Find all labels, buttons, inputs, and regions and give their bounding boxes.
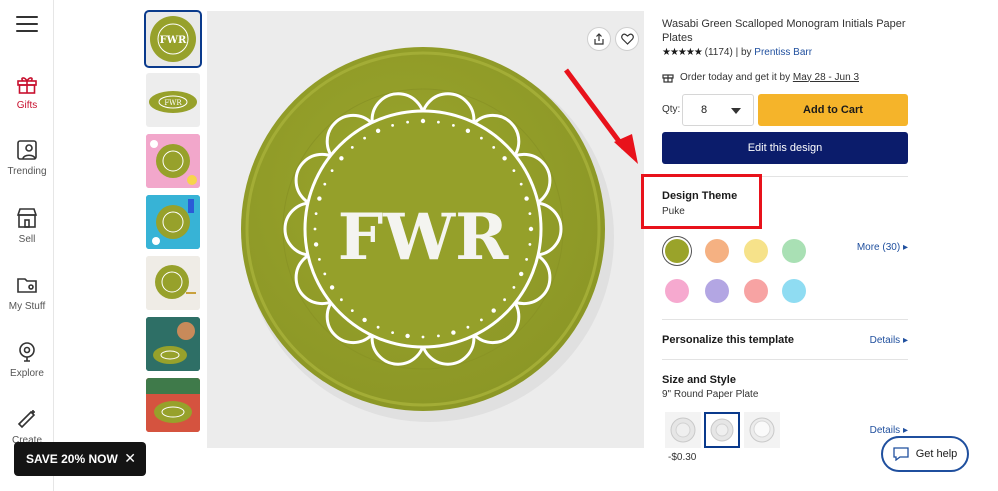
more-colors-link[interactable]: More (30) ▸	[857, 242, 908, 253]
svg-text:FWR: FWR	[164, 99, 182, 107]
save-promo-label: SAVE 20% NOW	[26, 452, 118, 466]
nav-item-trending[interactable]: Trending	[0, 138, 54, 177]
delivery-text: Order today and get it by	[680, 71, 791, 83]
get-help-label: Get help	[915, 448, 958, 460]
save-promo-button[interactable]: SAVE 20% NOW ✕	[14, 442, 146, 476]
nav-label: Explore	[10, 368, 44, 379]
color-swatch-4[interactable]	[782, 239, 806, 263]
thumbnail-2[interactable]: FWR	[146, 73, 200, 127]
size-option-3[interactable]	[744, 412, 780, 448]
qty-value: 8	[701, 104, 708, 116]
size-style-heading: Size and Style	[662, 374, 736, 386]
share-button[interactable]	[587, 27, 611, 51]
plate-icon	[670, 417, 696, 443]
add-to-cart-button[interactable]: Add to Cart	[758, 94, 908, 126]
nav-item-create[interactable]: Create	[0, 407, 54, 446]
left-nav: Gifts Trending Sell My Stuff Explore Cre…	[0, 0, 54, 491]
gift-box-icon	[662, 74, 674, 83]
annotation-arrow-icon	[563, 68, 638, 164]
edit-design-button[interactable]: Edit this design	[662, 132, 908, 164]
thumbnail-3[interactable]	[146, 134, 200, 188]
share-icon	[594, 33, 604, 45]
nav-label: My Stuff	[8, 301, 46, 312]
by-label: | by	[735, 47, 752, 58]
folder-icon	[17, 278, 37, 293]
personalize-details-link[interactable]: Details ▸	[870, 335, 908, 346]
trending-icon	[17, 140, 37, 160]
chevron-down-icon	[731, 108, 741, 114]
size-price: -$0.30	[668, 452, 697, 463]
thumbnail-5[interactable]	[146, 256, 200, 310]
nav-label: Sell	[18, 234, 36, 245]
color-swatch-8[interactable]	[782, 279, 806, 303]
size-details-link[interactable]: Details ▸	[870, 425, 908, 436]
nav-label: Trending	[7, 166, 47, 177]
gift-icon	[17, 77, 37, 94]
nav-item-sell[interactable]: Sell	[0, 206, 54, 245]
delivery-row: Order today and get it by May 28 - Jun 3	[662, 71, 859, 83]
nav-item-my-stuff[interactable]: My Stuff	[0, 273, 54, 312]
thumbnail-1[interactable]: FWR	[144, 10, 202, 68]
color-swatch-2[interactable]	[705, 239, 729, 263]
explore-icon	[19, 342, 35, 362]
heart-icon	[620, 33, 634, 45]
nav-label: Gifts	[16, 100, 38, 111]
personalize-heading: Personalize this template	[662, 334, 795, 346]
color-swatch-7[interactable]	[744, 279, 768, 303]
thumbnail-6[interactable]	[146, 317, 200, 371]
divider	[662, 319, 908, 320]
rating-row: ★★★★★ (1174) | by Prentiss Barr	[662, 47, 812, 58]
chat-icon	[893, 447, 909, 461]
plate-icon	[710, 418, 734, 442]
review-count[interactable]: (1174)	[705, 47, 733, 58]
favorite-button[interactable]	[615, 27, 639, 51]
close-icon[interactable]: ✕	[124, 450, 136, 467]
qty-label: Qty:	[662, 104, 681, 115]
create-icon	[17, 410, 36, 429]
store-icon	[16, 208, 38, 228]
svg-text:FWR: FWR	[160, 35, 187, 46]
color-swatch-3[interactable]	[744, 239, 768, 263]
size-style-value: 9" Round Paper Plate	[662, 389, 759, 400]
size-option-1[interactable]	[665, 412, 701, 448]
star-rating[interactable]: ★★★★★	[662, 47, 703, 58]
thumbnail-7[interactable]	[146, 378, 200, 432]
qty-select[interactable]: 8	[682, 94, 754, 126]
monogram-text: FWR	[338, 200, 509, 275]
delivery-dates-link[interactable]: May 28 - Jun 3	[793, 72, 859, 83]
design-theme-heading: Design Theme	[662, 190, 738, 202]
product-title: Wasabi Green Scalloped Monogram Initials…	[662, 18, 906, 44]
bowl-icon	[749, 417, 775, 443]
color-swatch-1[interactable]	[665, 239, 689, 263]
thumbnail-strip: FWR FWR	[144, 10, 202, 439]
nav-item-gifts[interactable]: Gifts	[0, 72, 54, 111]
thumbnail-4[interactable]	[146, 195, 200, 249]
design-theme-value: Puke	[662, 206, 685, 217]
nav-item-explore[interactable]: Explore	[0, 340, 54, 379]
color-swatch-6[interactable]	[705, 279, 729, 303]
menu-icon[interactable]	[16, 16, 38, 32]
color-swatch-5[interactable]	[665, 279, 689, 303]
size-option-2[interactable]	[704, 412, 740, 448]
divider	[662, 359, 908, 360]
get-help-button[interactable]: Get help	[881, 436, 969, 472]
seller-link[interactable]: Prentiss Barr	[754, 47, 812, 58]
